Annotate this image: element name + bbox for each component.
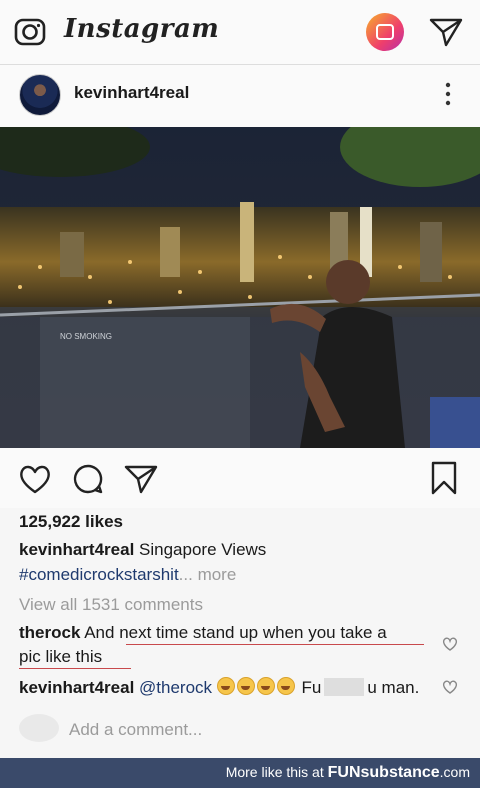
underline-annotation	[126, 644, 424, 645]
caption: kevinhart4real Singapore Views	[19, 540, 266, 560]
watermark-text: More like this at FUNsubstance.com	[226, 764, 470, 782]
bookmark-icon[interactable]	[430, 460, 458, 496]
caption-text: Singapore Views	[139, 540, 267, 559]
watermark-brand: FUNsubstance	[327, 764, 440, 781]
caption-username[interactable]: kevinhart4real	[19, 540, 134, 559]
app-logo: Instagram	[64, 14, 220, 44]
watermark-prefix: More like this at	[225, 764, 328, 780]
likes-count[interactable]: 125,922 likes	[19, 512, 123, 532]
post-header: kevinhart4real	[0, 65, 480, 127]
underline-annotation	[19, 668, 131, 669]
share-icon[interactable]	[124, 464, 158, 494]
laughing-emoji-icon	[216, 677, 235, 695]
comment-mention[interactable]: @therock	[139, 678, 212, 697]
top-bar: Instagram	[0, 0, 480, 65]
more-icon[interactable]	[438, 79, 458, 109]
watermark-banner: More like this at FUNsubstance.com	[0, 758, 480, 788]
hashtag-link[interactable]: #comedicrockstarshit	[19, 565, 179, 584]
photo-sign: NO SMOKING	[60, 332, 112, 341]
comment-like-icon[interactable]	[442, 636, 458, 652]
comment-username[interactable]: kevinhart4real	[19, 678, 134, 697]
camera-icon[interactable]	[14, 16, 46, 48]
more-link[interactable]: ... more	[179, 565, 237, 584]
igtv-icon[interactable]	[366, 13, 404, 51]
emoji-group	[216, 677, 297, 697]
watermark-suffix: .com	[439, 764, 470, 780]
comment-like-icon[interactable]	[442, 679, 458, 695]
censor-blur	[324, 678, 365, 696]
add-comment-input[interactable]: Add a comment...	[69, 720, 202, 740]
avatar[interactable]	[19, 74, 61, 116]
action-bar	[0, 448, 480, 508]
photo-scene: NO SMOKING	[0, 127, 480, 448]
post-photo[interactable]: NO SMOKING	[0, 127, 480, 448]
comment-username[interactable]: therock	[19, 623, 80, 642]
comment-text: Fu	[301, 678, 322, 697]
caption-line-2: #comedicrockstarshit... more	[19, 565, 236, 585]
laughing-emoji-icon	[236, 677, 255, 695]
comment-text-underlined: next time stand up when you take a	[119, 623, 387, 642]
view-all-comments[interactable]: View all 1531 comments	[19, 595, 203, 615]
comment-row: therock And next time stand up when you …	[19, 623, 387, 643]
laughing-emoji-icon	[256, 677, 275, 695]
comment-row: kevinhart4real @therock Fu u man.	[19, 677, 419, 698]
comment-text: And	[84, 623, 120, 642]
heart-icon[interactable]	[18, 463, 52, 495]
laughing-emoji-icon	[276, 677, 295, 695]
post-username[interactable]: kevinhart4real	[74, 83, 189, 103]
comment-text-continued: pic like this	[19, 647, 103, 666]
comment-text: u man.	[367, 678, 420, 697]
current-user-avatar	[19, 714, 59, 742]
send-icon[interactable]	[428, 16, 464, 48]
comment-icon[interactable]	[72, 463, 104, 495]
